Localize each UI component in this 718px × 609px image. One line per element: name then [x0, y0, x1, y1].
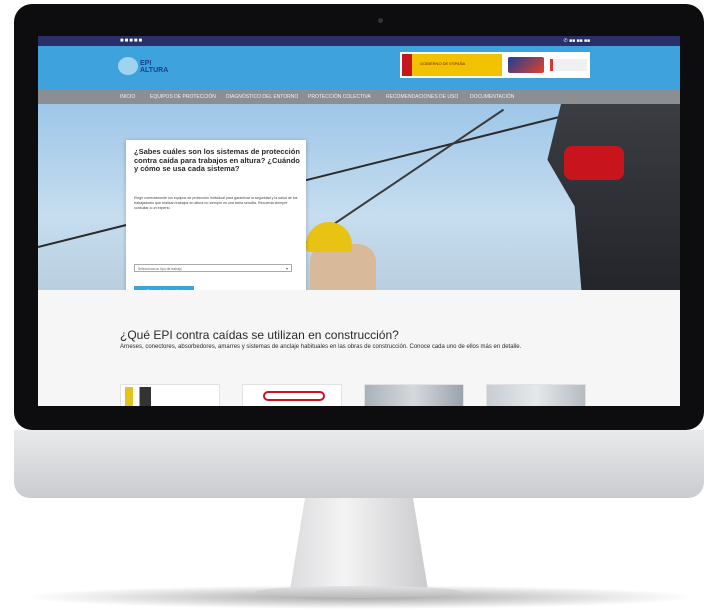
apple-logo-icon [351, 447, 373, 473]
flag-icon [402, 54, 412, 76]
harness-thumbnail [125, 387, 151, 406]
rope-line [38, 110, 582, 248]
website-screen: ■■■■■ ✆ ■■ ■■ ■■ EPI ALTURA GOBIERNO DE … [38, 36, 680, 406]
hero-card-body: Elegir correctamente los equipos de prot… [134, 196, 298, 210]
government-logos: GOBIERNO DE ESPAÑA [400, 52, 590, 78]
contact-info[interactable]: ✆ ■■ ■■ ■■ [564, 38, 590, 44]
lanyard-thumbnail [263, 391, 325, 401]
imac-base [256, 586, 462, 598]
epi-card-absorbedores[interactable] [364, 384, 464, 406]
logo-mark-icon [118, 57, 138, 75]
main-nav: INICIO EQUIPOS DE PROTECCIÓN DIAGNÓSTICO… [38, 90, 680, 104]
work-type-select[interactable]: Selecciona un tipo de trabajo ▾ [134, 264, 292, 272]
camera-icon [378, 18, 383, 23]
hero-card-title: ¿Sabes cuáles son los sistemas de protec… [134, 147, 300, 173]
chevron-down-icon: ▾ [285, 266, 288, 271]
harness-bag-image [564, 146, 624, 180]
nav-item-diagnostico[interactable]: DIAGNÓSTICO DEL ENTORNO [226, 94, 298, 100]
helmet-image [306, 222, 352, 252]
section-title: ¿Qué EPI contra caídas se utilizan en co… [120, 328, 399, 342]
imac-stand [290, 498, 428, 590]
section-subtitle: Arneses, conectores, absorbedores, amarr… [120, 344, 522, 350]
epi-card-conectores[interactable] [242, 384, 342, 406]
anchor-thumbnail [487, 385, 585, 406]
select-placeholder: Selecciona un tipo de trabajo [138, 267, 182, 271]
social-icons[interactable]: ■■■■■ [120, 38, 143, 44]
site-logo[interactable]: EPI ALTURA [118, 54, 176, 80]
epi-card-anclajes[interactable] [486, 384, 586, 406]
hero-card: ¿Sabes cuáles son los sistemas de protec… [126, 140, 306, 312]
nav-item-equipos[interactable]: EQUIPOS DE PROTECCIÓN [150, 94, 216, 100]
epi-section: ¿Qué EPI contra caídas se utilizan en co… [38, 290, 680, 406]
gov-text: GOBIERNO DE ESPAÑA [420, 61, 466, 66]
site-header: EPI ALTURA GOBIERNO DE ESPAÑA [38, 46, 680, 90]
epi-card-arneses[interactable] [120, 384, 220, 406]
climber-image [547, 104, 680, 290]
nav-item-documentacion[interactable]: DOCUMENTACIÓN [470, 94, 514, 100]
institute-logo-icon [508, 57, 544, 73]
logo-text: EPI ALTURA [140, 60, 169, 74]
absorber-thumbnail [365, 385, 463, 406]
nav-item-proteccion[interactable]: PROTECCIÓN COLECTIVA [308, 94, 371, 100]
top-utility-bar: ■■■■■ ✆ ■■ ■■ ■■ [38, 36, 680, 46]
nav-item-inicio[interactable]: INICIO [120, 94, 135, 100]
nav-item-recomendaciones[interactable]: RECOMENDACIONES DE USO [386, 94, 458, 100]
partner-logo-icon [550, 59, 587, 71]
